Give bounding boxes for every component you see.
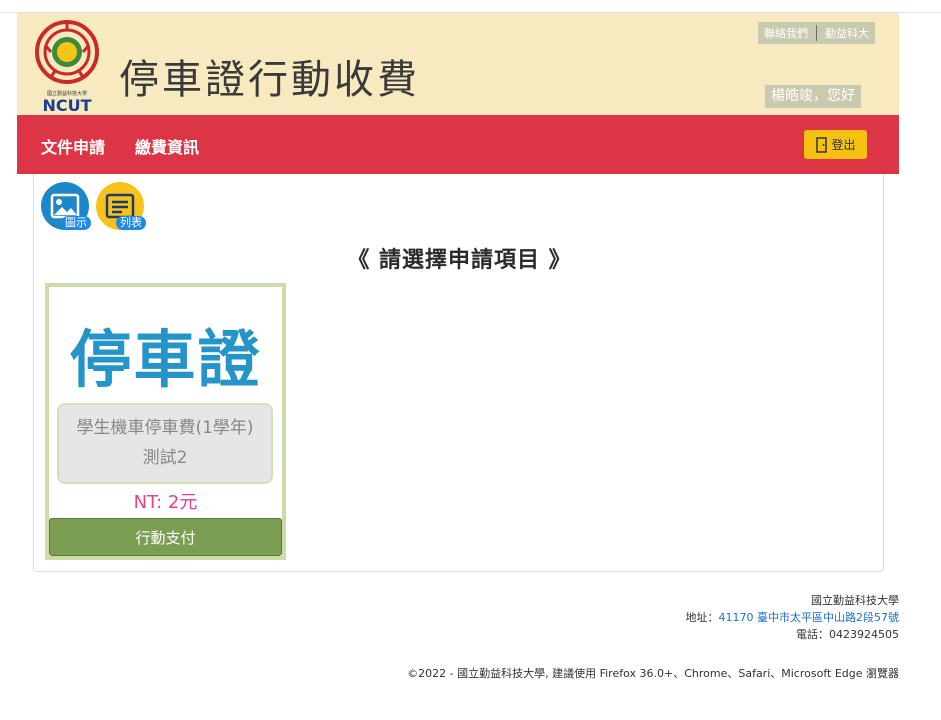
ncut-logo-icon: 國立勤益科技大學 NCUT — [35, 20, 99, 115]
footer-school: 國立勤益科技大學 — [811, 594, 899, 607]
logout-label: 登出 — [831, 138, 856, 152]
ncut-home-link[interactable]: 勤益科大 — [823, 25, 871, 41]
view-list-mode-button[interactable]: 列表 — [96, 182, 146, 230]
footer-address-label: 地址： — [685, 611, 719, 624]
card-item-description: 學生機車停車費(1學年) 測試2 — [57, 403, 273, 484]
site-title: 停車證行動收費 — [119, 57, 420, 103]
view-icon-mode-button[interactable]: 圖示 — [41, 182, 91, 230]
footer-address: 地址：41170 臺中市太平區中山路2段57號 — [686, 609, 899, 626]
card-item-line2: 測試2 — [142, 448, 188, 468]
ncut-logo[interactable]: 國立勤益科技大學 NCUT — [31, 19, 103, 115]
card-price: NT: 2元 — [133, 492, 198, 513]
footer-address-value[interactable]: 41170 臺中市太平區中山路2段57號 — [719, 611, 899, 624]
contact-link[interactable]: 聯絡我們 — [762, 25, 810, 41]
view-list-mode-label: 列表 — [116, 216, 146, 230]
parking-permit-card[interactable]: 停車證 學生機車停車費(1學年) 測試2 NT: 2元 行動支付 — [45, 283, 286, 560]
nav-payment-info[interactable]: 繳費資訊 — [135, 134, 199, 158]
door-exit-icon — [816, 136, 828, 153]
link-divider — [816, 25, 817, 41]
card-item-line1: 學生機車停車費(1學年) — [76, 418, 254, 438]
footer-info: 國立勤益科技大學 地址：41170 臺中市太平區中山路2段57號 電話：0423… — [686, 592, 899, 643]
site-header: 國立勤益科技大學 NCUT 停車證行動收費 聯絡我們 勤益科大 楊皓竣，您好 — [17, 13, 899, 115]
footer-copyright: ©2022 - 國立勤益科技大學, 建議使用 Firefox 36.0+、Chr… — [407, 667, 899, 680]
footer-phone: 電話：0423924505 — [796, 628, 899, 641]
svg-text:NCUT: NCUT — [42, 96, 91, 115]
select-item-heading: 《 請選擇申請項目 》 — [347, 248, 572, 273]
logout-button[interactable]: 登出 — [804, 130, 867, 159]
nav-document-apply[interactable]: 文件申請 — [41, 134, 105, 158]
main-navbar: 文件申請 繳費資訊 登出 — [17, 115, 899, 174]
user-greeting: 楊皓竣，您好 — [765, 85, 861, 108]
mobile-pay-button[interactable]: 行動支付 — [49, 518, 282, 556]
view-icon-mode-label: 圖示 — [61, 216, 91, 230]
top-links: 聯絡我們 勤益科大 — [758, 22, 875, 44]
card-title: 停車證 — [69, 323, 262, 396]
main-panel: 圖示 列表 《 請選擇申請項目 》 停車證 學生機車停車費(1學年) 測試2 N… — [33, 174, 884, 572]
